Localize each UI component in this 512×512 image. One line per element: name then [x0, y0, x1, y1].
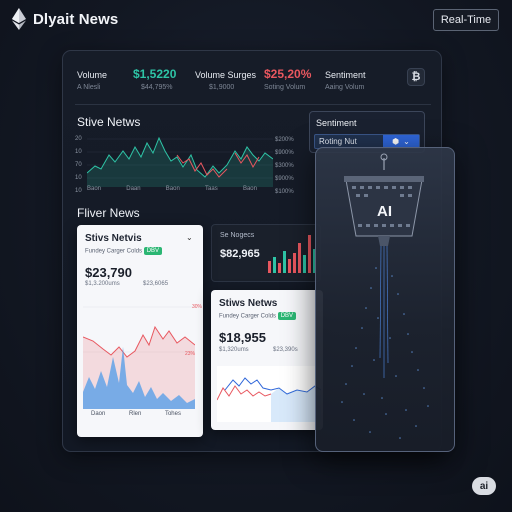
x-tick: Taas: [205, 186, 218, 192]
news-card-1[interactable]: Stivs Netvis ⌄ Fundey Carger Colds DBV $…: [77, 225, 203, 437]
x-tick: Baon: [87, 186, 102, 192]
card2-sub-left: $1,320ums: [219, 347, 249, 353]
stat-surges-sub: $1,9000: [209, 84, 235, 91]
card1-sub-right: $23,6065: [143, 281, 169, 287]
stat-volume-sub: A Nlesli: [77, 84, 101, 91]
dark-stat-card[interactable]: Se Nogecs $82,965: [211, 224, 321, 282]
bitcoin-icon[interactable]: ₿: [407, 68, 425, 86]
right-tick: $300%: [275, 163, 294, 169]
stats-divider: [75, 104, 431, 105]
card1-value: $23,790: [85, 265, 132, 280]
card2-title: Stiws Netws: [219, 298, 278, 309]
card1-area-chart: [83, 306, 195, 409]
brand-name: Dlyait News: [33, 10, 119, 28]
dark-card-value: $82,965: [220, 248, 260, 260]
y-tick: 20: [75, 136, 82, 142]
stive-chart-x-axis: Baon Daan Baon Taas Baon: [87, 186, 257, 192]
stat-sentiment-label: Sentiment: [325, 70, 366, 80]
ai-corner-badge[interactable]: ai: [472, 477, 496, 495]
ai-label: AI: [377, 203, 392, 220]
stive-chart-right-axis: $200% $900% $300% $900% $100%: [275, 137, 294, 202]
stat-volume-value: $1,5220: [133, 67, 177, 81]
card2-line-chart: [217, 366, 321, 422]
card2-subtitle-text: Fundey Carger Colds: [219, 313, 277, 320]
x-tick: Tohes: [164, 411, 181, 417]
ai-funnel-illustration: [341, 153, 429, 439]
sentiment-panel-title: Sentiment: [316, 118, 357, 128]
stat-sentiment-sub: Aaing Volum: [325, 84, 365, 91]
chevron-down-icon: ⌄: [403, 137, 410, 146]
stat-volume-value-group: $1,5220 $44,795%: [133, 67, 176, 91]
card1-right-tick: 23%: [185, 351, 196, 357]
x-tick: Daan: [126, 186, 141, 192]
card1-sub-left: $1,3.200ums: [85, 281, 120, 287]
stat-volume-value-sub: $44,795%: [141, 84, 173, 91]
card2-value: $18,955: [219, 330, 266, 345]
stive-chart-title: Stive Netws: [77, 115, 141, 129]
card1-subtitle-text: Fundey Carger Colds: [85, 248, 143, 255]
card2-subtitle: Fundey Carger Colds DBV: [219, 312, 297, 320]
card1-right-tick: 30%: [192, 304, 203, 310]
dark-card-bar-chart: [268, 235, 316, 273]
stat-surges-value-sub: Soting Volum: [264, 84, 306, 91]
x-tick: Baon: [165, 186, 180, 192]
stive-candlestick-chart: [87, 136, 273, 187]
card2-badge: DBV: [277, 312, 297, 320]
news-card-2[interactable]: Stiws Netws Fundey Carger Colds DBV $18,…: [211, 290, 323, 430]
y-tick: 10: [75, 149, 82, 155]
stive-chart-y-axis: 20 10 70 10 10: [75, 136, 82, 201]
y-tick: 10: [75, 188, 82, 194]
x-tick: Baon: [242, 186, 257, 192]
right-tick: $900%: [275, 176, 294, 182]
y-tick: 70: [75, 162, 82, 168]
stat-volume: Volume A Nlesli: [77, 70, 107, 91]
ai-overlay-panel: AI: [315, 147, 455, 452]
right-tick: $100%: [275, 189, 294, 195]
right-tick: $200%: [275, 137, 294, 143]
ethereum-logo-icon: [12, 8, 26, 30]
stat-surges-value-group: $25,20% Soting Volum: [264, 67, 311, 91]
stat-surges: Volume Surges $1,9000: [195, 70, 256, 91]
dark-card-label: Se Nogecs: [220, 232, 255, 239]
y-tick: 10: [75, 175, 82, 181]
sentiment-selected-value: Roting Nut: [319, 137, 357, 146]
card1-chevron-icon[interactable]: ⌄: [186, 233, 193, 242]
card1-subtitle: Fundey Carger Colds DBV: [85, 247, 163, 255]
stat-volume-label: Volume: [77, 70, 108, 80]
card1-badge: DBV: [143, 247, 163, 255]
x-tick: Daon: [91, 411, 106, 417]
right-tick: $900%: [275, 150, 294, 156]
fliver-news-title: Fliver News: [77, 206, 140, 220]
card1-title: Stivs Netvis: [85, 233, 142, 244]
brand[interactable]: Dlyait News: [12, 8, 118, 30]
card2-sub-right: $23,390s: [273, 347, 298, 353]
card1-x-axis: Daon Rlen Tohes: [91, 411, 181, 417]
hexagon-icon: ⬢: [392, 137, 400, 146]
stat-sentiment: Sentiment Aaing Volum: [325, 70, 366, 91]
stat-surges-label: Volume Surges: [195, 70, 257, 80]
stat-surges-value: $25,20%: [264, 67, 312, 81]
x-tick: Rlen: [128, 411, 142, 417]
real-time-button[interactable]: Real-Time: [433, 9, 499, 31]
